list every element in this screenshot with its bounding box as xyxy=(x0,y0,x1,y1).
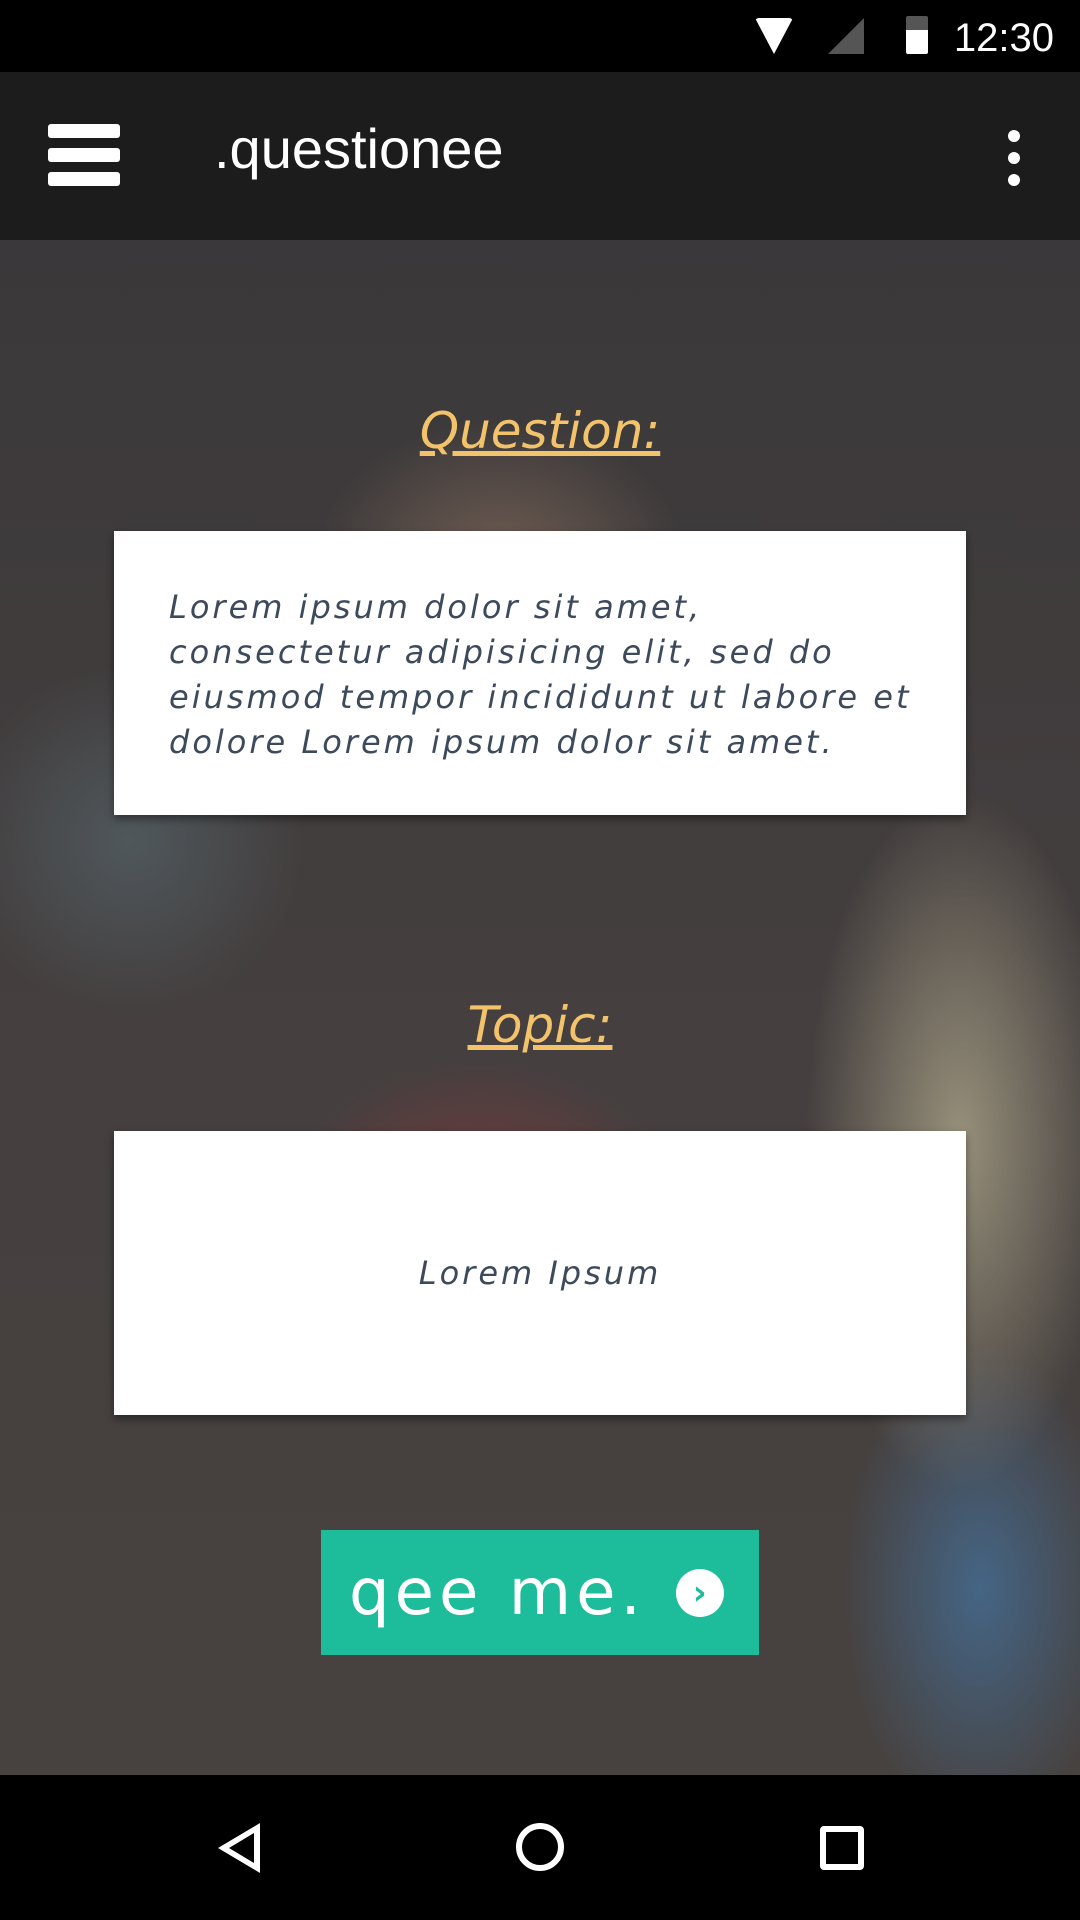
recents-icon[interactable] xyxy=(820,1826,864,1870)
submit-label: qee me. xyxy=(349,1555,646,1630)
cell-signal-icon xyxy=(828,18,864,54)
clock: 12:30 xyxy=(953,16,1054,60)
navigation-bar xyxy=(0,1775,1080,1920)
battery-icon xyxy=(906,16,928,54)
home-icon[interactable] xyxy=(516,1823,564,1871)
question-label: Question: xyxy=(419,402,661,460)
qee-me-button[interactable]: qee me. › xyxy=(321,1530,759,1655)
topic-label: Topic: xyxy=(467,996,613,1054)
more-vertical-icon[interactable] xyxy=(1002,130,1026,186)
chevron-right-circle-icon: › xyxy=(675,1568,724,1617)
wifi-icon xyxy=(755,18,793,54)
status-bar: 12:30 xyxy=(0,0,1080,72)
app-bar: .questionee xyxy=(0,72,1080,240)
topic-text: Lorem Ipsum xyxy=(418,1254,662,1292)
topic-card: Lorem Ipsum xyxy=(114,1131,966,1415)
background-image: Question: Lorem ipsum dolor sit amet, co… xyxy=(0,240,1080,1775)
app-title: .questionee xyxy=(214,117,504,180)
hamburger-menu-icon[interactable] xyxy=(48,124,120,186)
question-card: Lorem ipsum dolor sit amet, consectetur … xyxy=(114,531,966,815)
back-icon[interactable] xyxy=(218,1823,260,1873)
